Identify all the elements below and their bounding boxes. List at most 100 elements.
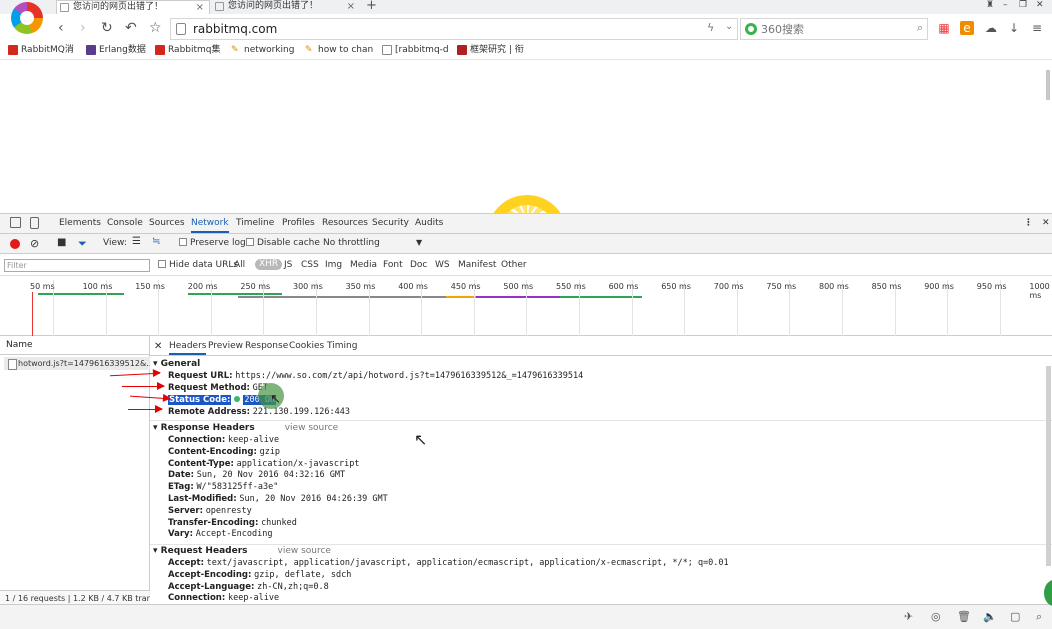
- preserve-log-checkbox[interactable]: Preserve log: [179, 238, 246, 248]
- bookmark-icon: ✎: [305, 45, 313, 55]
- tab-network[interactable]: Network: [191, 218, 229, 233]
- tab-resources[interactable]: Resources: [322, 218, 368, 228]
- filter-type-other[interactable]: Other: [501, 260, 527, 270]
- tab-elements[interactable]: Elements: [59, 218, 101, 228]
- bookmark-item[interactable]: Rabbitmq集: [155, 44, 221, 56]
- bookmark-item[interactable]: 框架研究 | 衔: [457, 44, 524, 56]
- device-mode-icon[interactable]: [30, 217, 39, 229]
- filter-type-css[interactable]: CSS: [301, 260, 319, 270]
- name-column-header[interactable]: Name: [0, 336, 150, 355]
- request-headers-section-header[interactable]: ▾ Request Headers view source: [153, 546, 331, 556]
- download-icon[interactable]: ↓: [1007, 21, 1021, 35]
- hide-data-urls-checkbox[interactable]: Hide data URLs: [158, 260, 238, 270]
- close-tab-icon[interactable]: ×: [196, 1, 204, 14]
- tab-console[interactable]: Console: [107, 218, 143, 228]
- speed-mode-icon[interactable]: ϟ: [707, 21, 714, 34]
- page-scrollbar[interactable]: [1046, 70, 1050, 100]
- close-tab-icon[interactable]: ×: [347, 0, 355, 13]
- filter-type-font[interactable]: Font: [383, 260, 403, 270]
- reload-button[interactable]: ↻: [101, 19, 113, 37]
- cloud-icon[interactable]: ☁: [984, 21, 998, 35]
- shirt-icon[interactable]: ♜: [986, 0, 994, 10]
- tab-2[interactable]: 您访问的网页出错了！ ×: [212, 0, 360, 14]
- bookmark-item[interactable]: Erlang数据: [86, 44, 146, 56]
- inspect-element-icon[interactable]: [10, 217, 21, 228]
- maximize-button[interactable]: ❐: [1019, 0, 1027, 10]
- response-headers-section-header[interactable]: ▾ Response Headers view source: [153, 423, 338, 433]
- close-details-icon[interactable]: ✕: [154, 341, 162, 352]
- window-icon[interactable]: ▢: [1010, 610, 1020, 623]
- checkbox[interactable]: [158, 260, 166, 268]
- tab-timing[interactable]: Timing: [327, 341, 357, 351]
- chevron-down-icon[interactable]: ⌄: [725, 21, 733, 32]
- bookmark-item[interactable]: ✎ how to chan: [305, 44, 373, 56]
- filter-input[interactable]: Filter: [4, 259, 150, 272]
- filter-type-doc[interactable]: Doc: [410, 260, 427, 270]
- url-text[interactable]: rabbitmq.com: [193, 22, 277, 36]
- filter-type-media[interactable]: Media: [350, 260, 377, 270]
- header-key: Accept-Encoding:: [168, 569, 252, 580]
- network-overview-timeline[interactable]: 50 ms 100 ms 150 ms 200 ms 250 ms 300 ms 350 m…: [0, 276, 1052, 336]
- request-row[interactable]: hotword.js?t=1479616339512&...: [4, 357, 150, 370]
- tab-profiles[interactable]: Profiles: [282, 218, 315, 228]
- browser-logo[interactable]: [11, 2, 43, 34]
- bookmark-item[interactable]: [rabbitmq-d: [382, 44, 449, 56]
- tab-security[interactable]: Security: [372, 218, 409, 228]
- timeline-tick-label: 400 ms: [398, 282, 428, 291]
- tab-headers[interactable]: Headers: [169, 341, 207, 355]
- filter-funnel-icon[interactable]: ⏷: [78, 237, 87, 251]
- search-icon[interactable]: ⌕: [1036, 610, 1042, 624]
- large-rows-icon[interactable]: ☰: [132, 236, 141, 247]
- checkbox[interactable]: [246, 238, 254, 246]
- tab-response[interactable]: Response: [245, 341, 288, 351]
- record-icon[interactable]: [10, 239, 20, 249]
- menu-icon[interactable]: ≡: [1030, 21, 1044, 35]
- minimize-button[interactable]: –: [1003, 0, 1008, 10]
- details-scrollbar[interactable]: [1046, 366, 1051, 566]
- tab-1[interactable]: 您访问的网页出错了！ ×: [56, 0, 210, 14]
- search-icon[interactable]: ⌕: [917, 21, 923, 35]
- disable-cache-checkbox[interactable]: Disable cache: [246, 238, 320, 248]
- tab-cookies[interactable]: Cookies: [289, 341, 324, 351]
- new-tab-button[interactable]: +: [366, 0, 377, 13]
- apps-grid-icon[interactable]: ▦: [937, 21, 951, 35]
- bookmark-label: Rabbitmq集: [168, 45, 221, 55]
- tab-preview[interactable]: Preview: [208, 341, 243, 351]
- filter-type-manifest[interactable]: Manifest: [458, 260, 496, 270]
- view-source-link[interactable]: view source: [285, 423, 338, 433]
- checkbox[interactable]: [179, 238, 187, 246]
- throttling-select[interactable]: No throttling: [323, 238, 380, 248]
- favorite-star-icon[interactable]: ☆: [149, 19, 162, 37]
- extension-icon[interactable]: e: [960, 21, 974, 35]
- waterfall-icon[interactable]: ≒: [152, 236, 160, 247]
- tab-timeline[interactable]: Timeline: [236, 218, 274, 228]
- tab-audits[interactable]: Audits: [415, 218, 443, 228]
- capture-screenshots-icon[interactable]: ■: [57, 237, 66, 248]
- close-devtools-icon[interactable]: ✕: [1042, 218, 1050, 228]
- search-box[interactable]: ⌕: [740, 18, 928, 40]
- search-input[interactable]: [761, 21, 901, 37]
- back-button[interactable]: ‹: [58, 19, 64, 37]
- view-source-link[interactable]: view source: [278, 546, 331, 556]
- bookmark-item[interactable]: RabbitMQ消: [8, 44, 74, 56]
- general-section-header[interactable]: ▾ General: [153, 359, 200, 369]
- close-window-button[interactable]: ✕: [1036, 0, 1044, 10]
- pin-icon[interactable]: ✈: [904, 610, 913, 623]
- clear-icon[interactable]: ⊘: [30, 237, 39, 250]
- forward-button[interactable]: ›: [80, 19, 86, 37]
- bookmark-item[interactable]: ✎ networking: [231, 44, 294, 56]
- filter-type-js[interactable]: JS: [284, 260, 292, 270]
- volume-icon[interactable]: 🔈: [983, 610, 997, 623]
- filter-type-ws[interactable]: WS: [435, 260, 450, 270]
- trash-icon[interactable]: 🗑: [957, 610, 971, 623]
- filter-type-xhr[interactable]: XHR: [255, 259, 283, 270]
- header-value: gzip: [259, 446, 281, 457]
- accelerate-icon[interactable]: ◎: [931, 610, 941, 623]
- address-bar[interactable]: rabbitmq.com ϟ ⌄: [170, 18, 738, 40]
- tab-sources[interactable]: Sources: [149, 218, 185, 228]
- filter-type-img[interactable]: Img: [325, 260, 342, 270]
- chevron-down-icon[interactable]: ▼: [416, 238, 422, 247]
- filter-type-all[interactable]: All: [234, 260, 245, 270]
- undo-close-button[interactable]: ↶: [125, 19, 137, 37]
- more-options-icon[interactable]: ⋮: [1024, 218, 1033, 228]
